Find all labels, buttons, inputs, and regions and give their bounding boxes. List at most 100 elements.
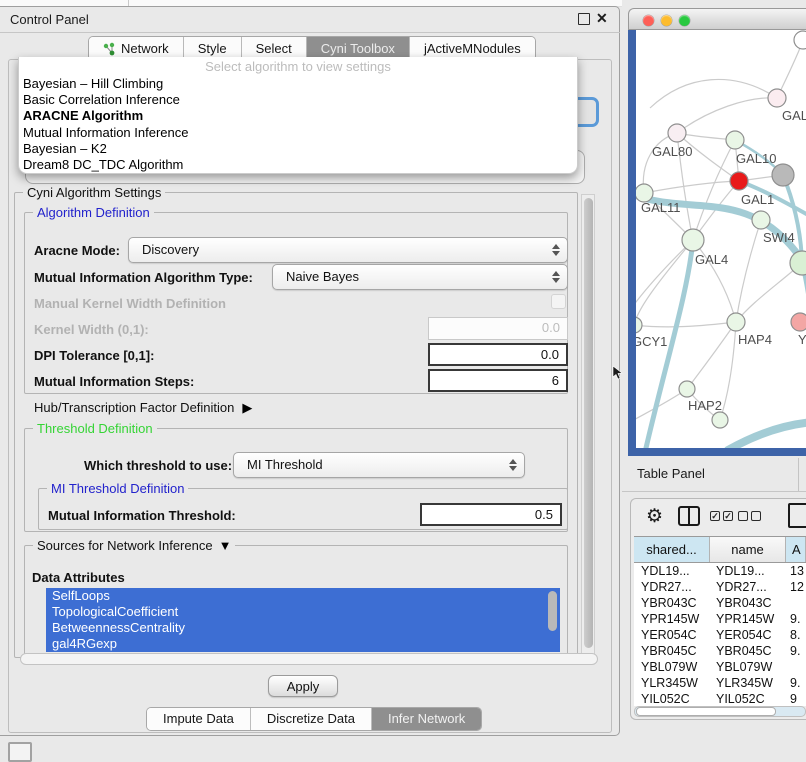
hub-definition-toggle[interactable]: Hub/Transcription Factor Definition▶	[34, 400, 252, 416]
node-label: GAL10	[736, 151, 776, 166]
network-node[interactable]	[768, 89, 786, 107]
network-edge[interactable]	[636, 322, 736, 327]
kernel-width-field[interactable]: 0.0	[428, 317, 568, 340]
table-scrollbar-thumb[interactable]	[636, 707, 776, 716]
unchecked-checkbox-icon[interactable]	[738, 511, 748, 521]
mi-type-label: Mutual Information Algorithm Type:	[34, 270, 253, 285]
node-label: GAL11	[641, 200, 681, 215]
table-cell: 9	[786, 691, 806, 706]
table-row[interactable]: YDR27...YDR27...12	[634, 579, 806, 595]
network-edge[interactable]	[736, 220, 761, 322]
cyni-bottom-tabbar: Impute DataDiscretize DataInfer Network	[146, 707, 482, 731]
algorithm-option[interactable]: ARACNE Algorithm	[19, 108, 577, 124]
zoom-traffic-light-icon[interactable]	[679, 15, 690, 26]
algorithm-option[interactable]: Mutual Information Inference	[19, 125, 577, 141]
algorithm-option[interactable]: Bayesian – Hill Climbing	[19, 76, 577, 92]
close-icon[interactable]: ✕	[596, 10, 608, 27]
network-edge[interactable]	[643, 133, 677, 193]
network-node[interactable]	[791, 313, 806, 331]
table-cell: 8.	[786, 627, 806, 643]
attributes-list-scrollbar[interactable]	[548, 591, 557, 631]
which-threshold-combobox[interactable]: MI Threshold	[233, 452, 525, 478]
network-edge[interactable]	[720, 322, 736, 420]
network-node[interactable]	[636, 317, 642, 333]
attribute-item[interactable]: TopologicalCoefficient	[46, 604, 560, 620]
table-row[interactable]: YIL052CYIL052C9	[634, 691, 806, 706]
algorithm-option[interactable]: Bayesian – K2	[19, 141, 577, 157]
algorithm-option[interactable]: Basic Correlation Inference	[19, 92, 577, 108]
apply-button[interactable]: Apply	[268, 675, 338, 697]
network-node[interactable]	[752, 211, 770, 229]
algorithm-option[interactable]: Dream8 DC_TDC Algorithm	[19, 157, 577, 173]
panel-divider	[798, 458, 799, 491]
float-window-icon[interactable]	[578, 13, 590, 25]
network-node[interactable]	[679, 381, 695, 397]
table-row[interactable]: YDL19...YDL19...13	[634, 563, 806, 579]
tab-infer-network[interactable]: Infer Network	[372, 708, 481, 730]
dpi-tolerance-field[interactable]: 0.0	[428, 343, 568, 366]
network-node[interactable]	[682, 229, 704, 251]
table-row[interactable]: YBR043CYBR043C	[634, 595, 806, 611]
attribute-item[interactable]: SelfLoops	[46, 588, 560, 604]
table-cell: YDL19...	[634, 563, 710, 579]
settings-vertical-scrollbar[interactable]	[581, 194, 595, 658]
attribute-item[interactable]: gal4RGexp	[46, 636, 560, 652]
expand-right-icon[interactable]: ▶	[242, 400, 252, 416]
aracne-mode-combobox[interactable]: Discovery	[128, 237, 568, 263]
node-label: HAP4	[738, 332, 772, 347]
attribute-item[interactable]: BetweennessCentrality	[46, 620, 560, 636]
mi-threshold-field[interactable]: 0.5	[420, 503, 562, 526]
network-edge[interactable]	[650, 79, 777, 108]
network-edge[interactable]	[728, 422, 806, 448]
node-label: SWI4	[763, 230, 795, 245]
dock-panel-icon[interactable]	[8, 742, 32, 762]
scrollbar-thumb[interactable]	[584, 198, 593, 648]
network-edge[interactable]	[644, 181, 739, 193]
algorithm-dropdown-list: Select algorithm to view settings Bayesi…	[18, 57, 578, 174]
tab-impute-data[interactable]: Impute Data	[147, 708, 251, 730]
expand-down-icon[interactable]: ▼	[219, 538, 232, 553]
combo-spinner-icon	[552, 244, 560, 256]
network-node[interactable]	[772, 164, 794, 186]
data-attributes-list[interactable]: SelfLoopsTopologicalCoefficientBetweenne…	[46, 588, 560, 652]
network-node[interactable]	[668, 124, 686, 142]
network-window-titlebar[interactable]	[628, 8, 806, 30]
network-edge[interactable]	[687, 322, 736, 389]
network-node[interactable]	[727, 313, 745, 331]
network-view-canvas[interactable]: GALGAL80GAL10GAL1GAL11SWI4GAL4GCY1HAP4YH…	[636, 30, 806, 448]
table-row[interactable]: YER054CYER054C8.	[634, 627, 806, 643]
settings-horizontal-scrollbar[interactable]	[20, 653, 598, 665]
manual-kernel-checkbox[interactable]	[551, 294, 566, 309]
table-row[interactable]: YPR145WYPR145W9.	[634, 611, 806, 627]
tab-discretize-data[interactable]: Discretize Data	[251, 708, 372, 730]
kernel-width-label: Kernel Width (0,1):	[34, 322, 149, 337]
table-row[interactable]: YBL079WYBL079W	[634, 659, 806, 675]
network-graph: GALGAL80GAL10GAL1GAL11SWI4GAL4GCY1HAP4YH…	[636, 30, 806, 448]
column-header-shared-name[interactable]: shared...	[634, 537, 710, 562]
algorithm-dropdown-items: Bayesian – Hill ClimbingBasic Correlatio…	[19, 76, 577, 173]
combo-spinner-icon	[509, 459, 517, 471]
control-panel-title: Control Panel	[10, 12, 89, 27]
checked-checkbox-icon[interactable]: ✓	[710, 511, 720, 521]
table-row[interactable]: YLR345WYLR345W9.	[634, 675, 806, 691]
application-root: Control Panel ✕ NetworkStyleSelectCyni T…	[0, 0, 806, 762]
checked-checkbox-icon[interactable]: ✓	[723, 511, 733, 521]
network-node[interactable]	[712, 412, 728, 428]
mi-type-combobox[interactable]: Naive Bayes	[272, 264, 568, 290]
column-header-partial[interactable]: A	[786, 537, 806, 562]
unchecked-checkbox-icon[interactable]	[751, 511, 761, 521]
table-row[interactable]: YBR045CYBR045C9.	[634, 643, 806, 659]
mi-threshold-label: Mutual Information Threshold:	[48, 508, 236, 523]
network-node[interactable]	[730, 172, 748, 190]
minimize-traffic-light-icon[interactable]	[661, 15, 672, 26]
mi-steps-field[interactable]: 6	[428, 369, 568, 392]
network-edge[interactable]	[677, 98, 777, 133]
column-header-name[interactable]: name	[710, 537, 786, 562]
document-icon[interactable]	[788, 503, 806, 528]
table-cell: YBL079W	[634, 659, 710, 675]
gear-icon[interactable]: ⚙	[646, 505, 663, 528]
network-edge[interactable]	[693, 140, 735, 240]
network-node[interactable]	[794, 31, 806, 49]
close-traffic-light-icon[interactable]	[643, 15, 654, 26]
network-node[interactable]	[726, 131, 744, 149]
